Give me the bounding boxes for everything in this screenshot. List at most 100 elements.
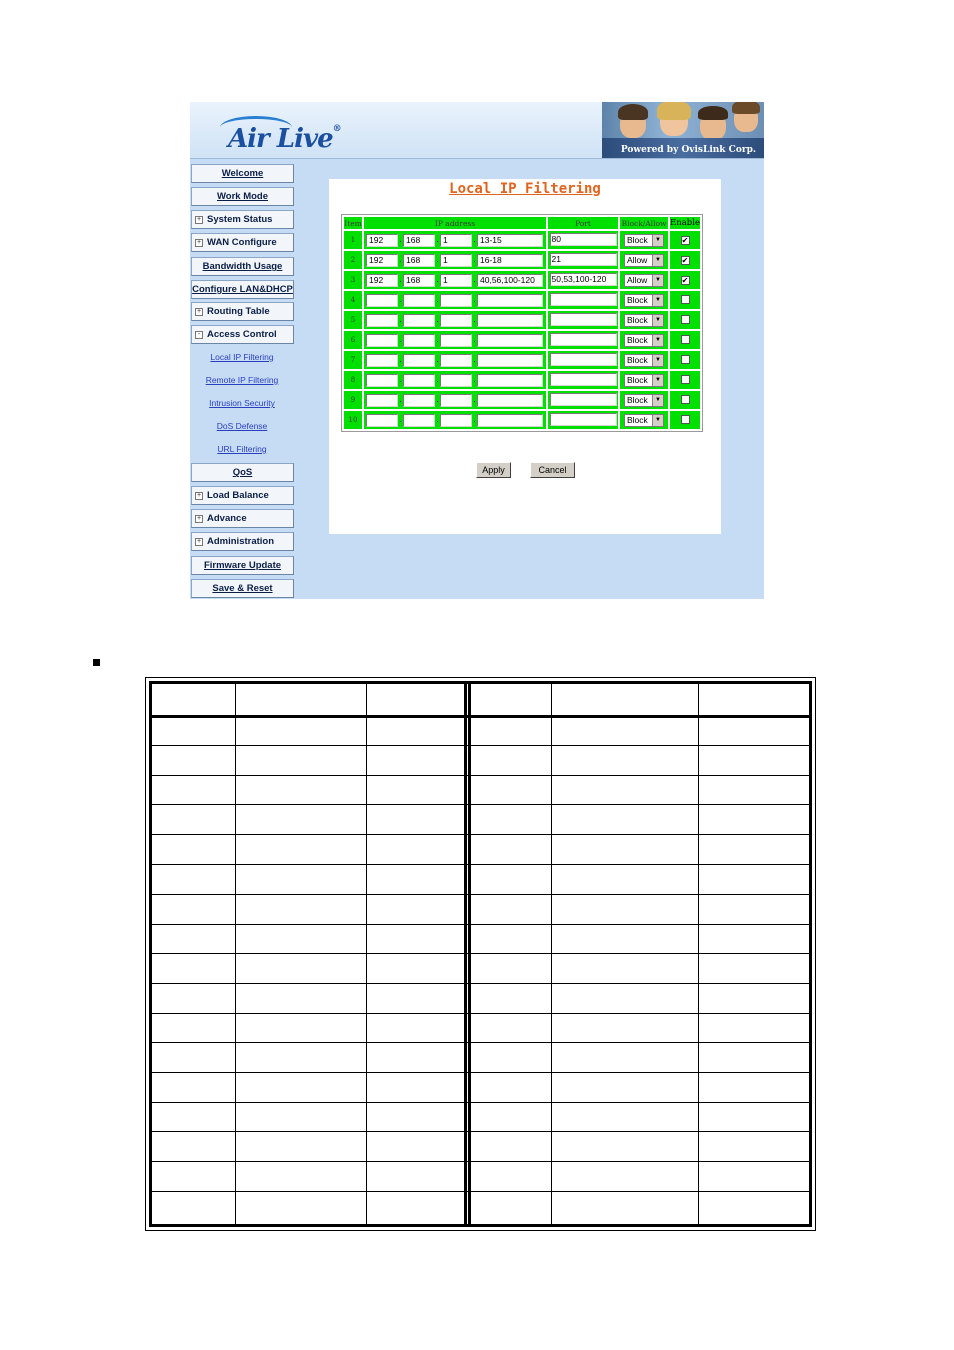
ip-octet-input[interactable] <box>477 393 543 407</box>
ip-octet-input[interactable] <box>366 353 398 367</box>
block-allow-select[interactable]: Block ▼ <box>624 373 664 387</box>
submenu-dos-defense[interactable]: DoS Defense <box>190 421 294 431</box>
port-input[interactable]: 50,53,100-120 <box>549 272 617 286</box>
block-allow-select[interactable]: Block ▼ <box>624 333 664 347</box>
block-allow-select[interactable]: Block ▼ <box>624 413 664 427</box>
ip-octet-input[interactable] <box>477 353 543 367</box>
apply-button[interactable]: Apply <box>476 462 511 478</box>
ip-octet-input[interactable] <box>477 373 543 387</box>
ip-octet-input[interactable] <box>366 293 398 307</box>
block-allow-select[interactable]: Block ▼ <box>624 353 664 367</box>
enable-checkbox[interactable] <box>680 394 690 404</box>
menu-qos[interactable]: QoS <box>191 463 294 482</box>
port-input[interactable] <box>549 412 617 426</box>
enable-checkbox[interactable] <box>680 354 690 364</box>
menu-firmware-update[interactable]: Firmware Update <box>191 556 294 575</box>
block-allow-select[interactable]: Block ▼ <box>624 233 664 247</box>
submenu-url-filtering[interactable]: URL Filtering <box>190 444 294 454</box>
ip-octet-input[interactable] <box>403 293 435 307</box>
port-input[interactable]: 80 <box>549 232 617 246</box>
submenu-local-ip-filtering[interactable]: Local IP Filtering <box>190 352 294 362</box>
menu-work-mode[interactable]: Work Mode <box>191 187 294 206</box>
ip-octet-input[interactable] <box>366 373 398 387</box>
ip-octet-input[interactable] <box>403 413 435 427</box>
ip-octet-input[interactable]: 168 <box>403 253 435 267</box>
ip-octet-input[interactable]: 192 <box>366 253 398 267</box>
port-input[interactable]: 21 <box>549 252 617 266</box>
port-input[interactable] <box>549 292 617 306</box>
block-allow-select[interactable]: Block ▼ <box>624 293 664 307</box>
ip-octet-input[interactable] <box>477 293 543 307</box>
ip-octet-input[interactable] <box>366 333 398 347</box>
menu-load-balance[interactable]: + Load Balance <box>191 486 294 505</box>
ip-octet-input[interactable] <box>440 373 472 387</box>
enable-checkbox[interactable]: ✔ <box>680 255 690 265</box>
ip-octet-input[interactable] <box>366 313 398 327</box>
menu-bandwidth-usage[interactable]: Bandwidth Usage <box>191 257 294 276</box>
menu-access-control[interactable]: - Access Control <box>191 325 294 344</box>
collapse-icon[interactable]: - <box>195 331 203 339</box>
menu-wan-configure[interactable]: + WAN Configure <box>191 233 294 252</box>
ip-octet-input[interactable]: 192 <box>366 273 398 287</box>
submenu-intrusion-security[interactable]: Intrusion Security <box>190 398 294 408</box>
expand-icon[interactable]: + <box>195 492 203 500</box>
enable-checkbox[interactable] <box>680 334 690 344</box>
block-allow-select[interactable]: Block ▼ <box>624 393 664 407</box>
ip-octet-input[interactable] <box>440 393 472 407</box>
port-input[interactable] <box>549 332 617 346</box>
menu-save-reset[interactable]: Save & Reset <box>191 579 294 598</box>
enable-checkbox[interactable]: ✔ <box>680 235 690 245</box>
enable-checkbox[interactable] <box>680 414 690 424</box>
ip-octet-input[interactable] <box>440 293 472 307</box>
expand-icon[interactable]: + <box>195 239 203 247</box>
menu-system-status[interactable]: + System Status <box>191 210 294 229</box>
ip-octet-input[interactable]: 1 <box>440 253 472 267</box>
ip-octet-input[interactable] <box>440 413 472 427</box>
port-input[interactable] <box>549 372 617 386</box>
ip-octet-input[interactable] <box>403 353 435 367</box>
block-allow-select[interactable]: Block ▼ <box>624 313 664 327</box>
port-input[interactable] <box>549 352 617 366</box>
ip-octet-input[interactable]: 192 <box>366 233 398 247</box>
ip-octet-input[interactable]: 13-15 <box>477 233 543 247</box>
menu-advance[interactable]: + Advance <box>191 509 294 528</box>
block-allow-select[interactable]: Allow ▼ <box>624 273 664 287</box>
menu-routing-table[interactable]: + Routing Table <box>191 302 294 321</box>
ip-octet-input[interactable]: 168 <box>403 233 435 247</box>
ip-octet-input[interactable]: 1 <box>440 233 472 247</box>
port-input[interactable] <box>549 392 617 406</box>
port-input[interactable] <box>549 312 617 326</box>
table-column-rule <box>366 684 367 1224</box>
enable-checkbox[interactable] <box>680 294 690 304</box>
ip-octet-input[interactable]: 40,56,100-120 <box>477 273 543 287</box>
ip-octet-input[interactable] <box>403 313 435 327</box>
expand-icon[interactable]: + <box>195 538 203 546</box>
ip-octet-input[interactable] <box>477 413 543 427</box>
enable-checkbox[interactable]: ✔ <box>680 275 690 285</box>
ip-octet-input[interactable] <box>440 333 472 347</box>
ip-octet-input[interactable] <box>477 313 543 327</box>
ip-octet-input[interactable] <box>403 333 435 347</box>
cancel-button[interactable]: Cancel <box>530 462 575 478</box>
ip-octet-input[interactable]: 168 <box>403 273 435 287</box>
ip-octet-input[interactable] <box>403 393 435 407</box>
ip-octet-input[interactable] <box>440 313 472 327</box>
block-allow-select[interactable]: Allow ▼ <box>624 253 664 267</box>
ip-octet-input[interactable] <box>366 413 398 427</box>
expand-icon[interactable]: + <box>195 515 203 523</box>
expand-icon[interactable]: + <box>195 216 203 224</box>
menu-welcome[interactable]: Welcome <box>191 164 294 183</box>
ip-octet-input[interactable] <box>477 333 543 347</box>
menu-configure-lan-dhcp[interactable]: Configure LAN&DHCP <box>191 280 294 299</box>
ip-octet-input[interactable] <box>440 353 472 367</box>
ip-octet-input[interactable] <box>403 373 435 387</box>
expand-icon[interactable]: + <box>195 308 203 316</box>
enable-checkbox[interactable] <box>680 314 690 324</box>
dropdown-arrow-icon: ▼ <box>652 354 663 366</box>
ip-octet-input[interactable]: 1 <box>440 273 472 287</box>
ip-octet-input[interactable]: 16-18 <box>477 253 543 267</box>
menu-administration[interactable]: + Administration <box>191 532 294 551</box>
enable-checkbox[interactable] <box>680 374 690 384</box>
submenu-remote-ip-filtering[interactable]: Remote IP Filtering <box>190 375 294 385</box>
ip-octet-input[interactable] <box>366 393 398 407</box>
